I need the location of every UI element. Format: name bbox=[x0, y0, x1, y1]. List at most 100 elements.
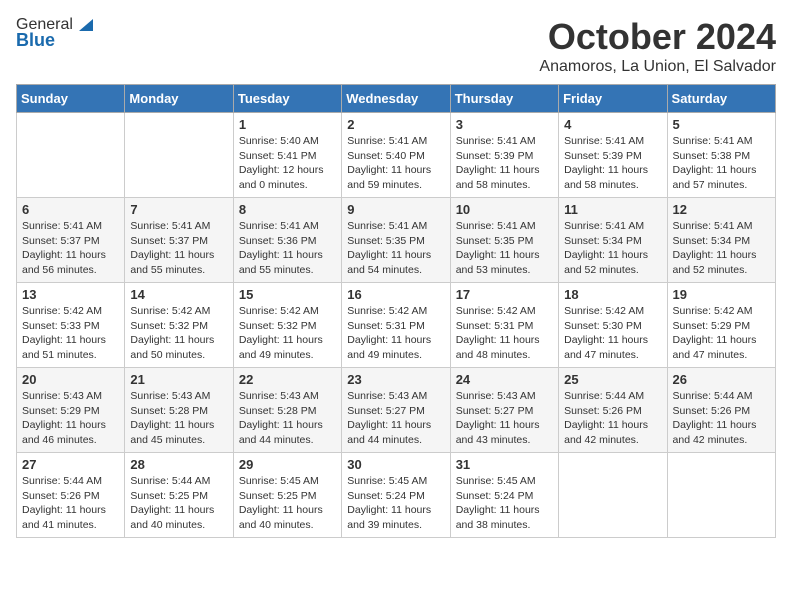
header-cell-friday: Friday bbox=[559, 85, 667, 113]
day-number: 31 bbox=[456, 457, 553, 472]
day-cell: 22 Sunrise: 5:43 AM Sunset: 5:28 PM Dayli… bbox=[233, 368, 341, 453]
day-info: Sunrise: 5:42 AM Sunset: 5:31 PM Dayligh… bbox=[347, 304, 444, 363]
day-cell: 26Sunrise: 5:44 AM Sunset: 5:26 PM Dayli… bbox=[667, 368, 775, 453]
day-cell: 4 Sunrise: 5:41 AM Sunset: 5:39 PM Daylig… bbox=[559, 113, 667, 198]
day-info: Sunrise: 5:41 AM Sunset: 5:35 PM Dayligh… bbox=[347, 219, 444, 278]
day-cell: 16 Sunrise: 5:42 AM Sunset: 5:31 PM Dayli… bbox=[342, 283, 450, 368]
day-cell: 13 Sunrise: 5:42 AM Sunset: 5:33 PM Dayli… bbox=[17, 283, 125, 368]
day-number: 7 bbox=[130, 202, 227, 217]
day-info: Sunrise: 5:42 AM Sunset: 5:32 PM Dayligh… bbox=[130, 304, 227, 363]
day-cell bbox=[17, 113, 125, 198]
day-info: Sunrise: 5:40 AM Sunset: 5:41 PM Dayligh… bbox=[239, 134, 336, 193]
day-number: 28 bbox=[130, 457, 227, 472]
day-number: 20 bbox=[22, 372, 119, 387]
month-title: October 2024 bbox=[539, 16, 776, 58]
day-number: 4 bbox=[564, 117, 661, 132]
day-cell: 30Sunrise: 5:45 AM Sunset: 5:24 PM Dayli… bbox=[342, 453, 450, 538]
day-cell: 1Sunrise: 5:40 AM Sunset: 5:41 PM Daylig… bbox=[233, 113, 341, 198]
day-cell: 6Sunrise: 5:41 AM Sunset: 5:37 PM Daylig… bbox=[17, 198, 125, 283]
calendar-table: SundayMondayTuesdayWednesdayThursdayFrid… bbox=[16, 84, 776, 538]
header-cell-saturday: Saturday bbox=[667, 85, 775, 113]
title-block: October 2024 Anamoros, La Union, El Salv… bbox=[539, 16, 776, 76]
day-number: 3 bbox=[456, 117, 553, 132]
day-cell: 14 Sunrise: 5:42 AM Sunset: 5:32 PM Dayli… bbox=[125, 283, 233, 368]
day-cell: 8Sunrise: 5:41 AM Sunset: 5:36 PM Daylig… bbox=[233, 198, 341, 283]
day-info: Sunrise: 5:42 AM Sunset: 5:30 PM Dayligh… bbox=[564, 304, 661, 363]
day-cell: 5 Sunrise: 5:41 AM Sunset: 5:38 PM Daylig… bbox=[667, 113, 775, 198]
day-info: Sunrise: 5:41 AM Sunset: 5:39 PM Dayligh… bbox=[456, 134, 553, 193]
header-cell-wednesday: Wednesday bbox=[342, 85, 450, 113]
week-row-1: 1Sunrise: 5:40 AM Sunset: 5:41 PM Daylig… bbox=[17, 113, 776, 198]
day-number: 2 bbox=[347, 117, 444, 132]
day-cell bbox=[667, 453, 775, 538]
day-info: Sunrise: 5:42 AM Sunset: 5:29 PM Dayligh… bbox=[673, 304, 770, 363]
day-cell: 25 Sunrise: 5:44 AM Sunset: 5:26 PM Dayli… bbox=[559, 368, 667, 453]
day-cell: 28 Sunrise: 5:44 AM Sunset: 5:25 PM Dayli… bbox=[125, 453, 233, 538]
day-number: 15 bbox=[239, 287, 336, 302]
day-info: Sunrise: 5:45 AM Sunset: 5:25 PM Dayligh… bbox=[239, 474, 336, 533]
day-cell: 31Sunrise: 5:45 AM Sunset: 5:24 PM Dayli… bbox=[450, 453, 558, 538]
day-info: Sunrise: 5:43 AM Sunset: 5:29 PM Dayligh… bbox=[22, 389, 119, 448]
day-info: Sunrise: 5:44 AM Sunset: 5:26 PM Dayligh… bbox=[22, 474, 119, 533]
day-info: Sunrise: 5:42 AM Sunset: 5:32 PM Dayligh… bbox=[239, 304, 336, 363]
location-title: Anamoros, La Union, El Salvador bbox=[539, 58, 776, 76]
day-info: Sunrise: 5:41 AM Sunset: 5:34 PM Dayligh… bbox=[673, 219, 770, 278]
day-info: Sunrise: 5:41 AM Sunset: 5:35 PM Dayligh… bbox=[456, 219, 553, 278]
day-number: 11 bbox=[564, 202, 661, 217]
day-number: 8 bbox=[239, 202, 336, 217]
day-number: 22 bbox=[239, 372, 336, 387]
logo-blue-text: Blue bbox=[16, 30, 55, 51]
day-cell: 12 Sunrise: 5:41 AM Sunset: 5:34 PM Dayli… bbox=[667, 198, 775, 283]
day-info: Sunrise: 5:41 AM Sunset: 5:37 PM Dayligh… bbox=[130, 219, 227, 278]
logo: General Blue bbox=[16, 16, 93, 51]
day-cell: 20 Sunrise: 5:43 AM Sunset: 5:29 PM Dayli… bbox=[17, 368, 125, 453]
day-cell: 9 Sunrise: 5:41 AM Sunset: 5:35 PM Daylig… bbox=[342, 198, 450, 283]
page-header: General Blue October 2024 Anamoros, La U… bbox=[16, 16, 776, 76]
week-row-3: 13 Sunrise: 5:42 AM Sunset: 5:33 PM Dayli… bbox=[17, 283, 776, 368]
day-number: 19 bbox=[673, 287, 770, 302]
day-cell: 24Sunrise: 5:43 AM Sunset: 5:27 PM Dayli… bbox=[450, 368, 558, 453]
day-number: 21 bbox=[130, 372, 227, 387]
header-cell-thursday: Thursday bbox=[450, 85, 558, 113]
day-number: 13 bbox=[22, 287, 119, 302]
day-number: 23 bbox=[347, 372, 444, 387]
day-cell: 23Sunrise: 5:43 AM Sunset: 5:27 PM Dayli… bbox=[342, 368, 450, 453]
day-info: Sunrise: 5:42 AM Sunset: 5:33 PM Dayligh… bbox=[22, 304, 119, 363]
week-row-4: 20 Sunrise: 5:43 AM Sunset: 5:29 PM Dayli… bbox=[17, 368, 776, 453]
day-cell: 11Sunrise: 5:41 AM Sunset: 5:34 PM Dayli… bbox=[559, 198, 667, 283]
day-cell: 7 Sunrise: 5:41 AM Sunset: 5:37 PM Daylig… bbox=[125, 198, 233, 283]
day-number: 5 bbox=[673, 117, 770, 132]
day-cell: 17Sunrise: 5:42 AM Sunset: 5:31 PM Dayli… bbox=[450, 283, 558, 368]
day-number: 29 bbox=[239, 457, 336, 472]
day-number: 10 bbox=[456, 202, 553, 217]
day-cell: 3 Sunrise: 5:41 AM Sunset: 5:39 PM Daylig… bbox=[450, 113, 558, 198]
day-cell: 27 Sunrise: 5:44 AM Sunset: 5:26 PM Dayli… bbox=[17, 453, 125, 538]
day-cell: 10 Sunrise: 5:41 AM Sunset: 5:35 PM Dayli… bbox=[450, 198, 558, 283]
day-cell: 18Sunrise: 5:42 AM Sunset: 5:30 PM Dayli… bbox=[559, 283, 667, 368]
day-info: Sunrise: 5:44 AM Sunset: 5:26 PM Dayligh… bbox=[564, 389, 661, 448]
day-cell: 15 Sunrise: 5:42 AM Sunset: 5:32 PM Dayli… bbox=[233, 283, 341, 368]
day-number: 27 bbox=[22, 457, 119, 472]
header-cell-sunday: Sunday bbox=[17, 85, 125, 113]
day-info: Sunrise: 5:41 AM Sunset: 5:38 PM Dayligh… bbox=[673, 134, 770, 193]
day-info: Sunrise: 5:43 AM Sunset: 5:28 PM Dayligh… bbox=[130, 389, 227, 448]
week-row-2: 6 Sunrise: 5:41 AM Sunset: 5:37 PM Daylig… bbox=[17, 198, 776, 283]
day-number: 6 bbox=[22, 202, 119, 217]
logo-icon bbox=[75, 15, 93, 33]
day-info: Sunrise: 5:41 AM Sunset: 5:39 PM Dayligh… bbox=[564, 134, 661, 193]
day-cell bbox=[125, 113, 233, 198]
day-number: 12 bbox=[673, 202, 770, 217]
day-info: Sunrise: 5:41 AM Sunset: 5:40 PM Dayligh… bbox=[347, 134, 444, 193]
day-info: Sunrise: 5:45 AM Sunset: 5:24 PM Dayligh… bbox=[347, 474, 444, 533]
day-cell: 21 Sunrise: 5:43 AM Sunset: 5:28 PM Dayli… bbox=[125, 368, 233, 453]
day-info: Sunrise: 5:44 AM Sunset: 5:25 PM Dayligh… bbox=[130, 474, 227, 533]
day-number: 9 bbox=[347, 202, 444, 217]
day-number: 14 bbox=[130, 287, 227, 302]
day-number: 16 bbox=[347, 287, 444, 302]
week-row-5: 27 Sunrise: 5:44 AM Sunset: 5:26 PM Dayli… bbox=[17, 453, 776, 538]
day-info: Sunrise: 5:43 AM Sunset: 5:28 PM Dayligh… bbox=[239, 389, 336, 448]
day-cell: 2 Sunrise: 5:41 AM Sunset: 5:40 PM Daylig… bbox=[342, 113, 450, 198]
day-number: 25 bbox=[564, 372, 661, 387]
day-info: Sunrise: 5:43 AM Sunset: 5:27 PM Dayligh… bbox=[456, 389, 553, 448]
day-cell bbox=[559, 453, 667, 538]
